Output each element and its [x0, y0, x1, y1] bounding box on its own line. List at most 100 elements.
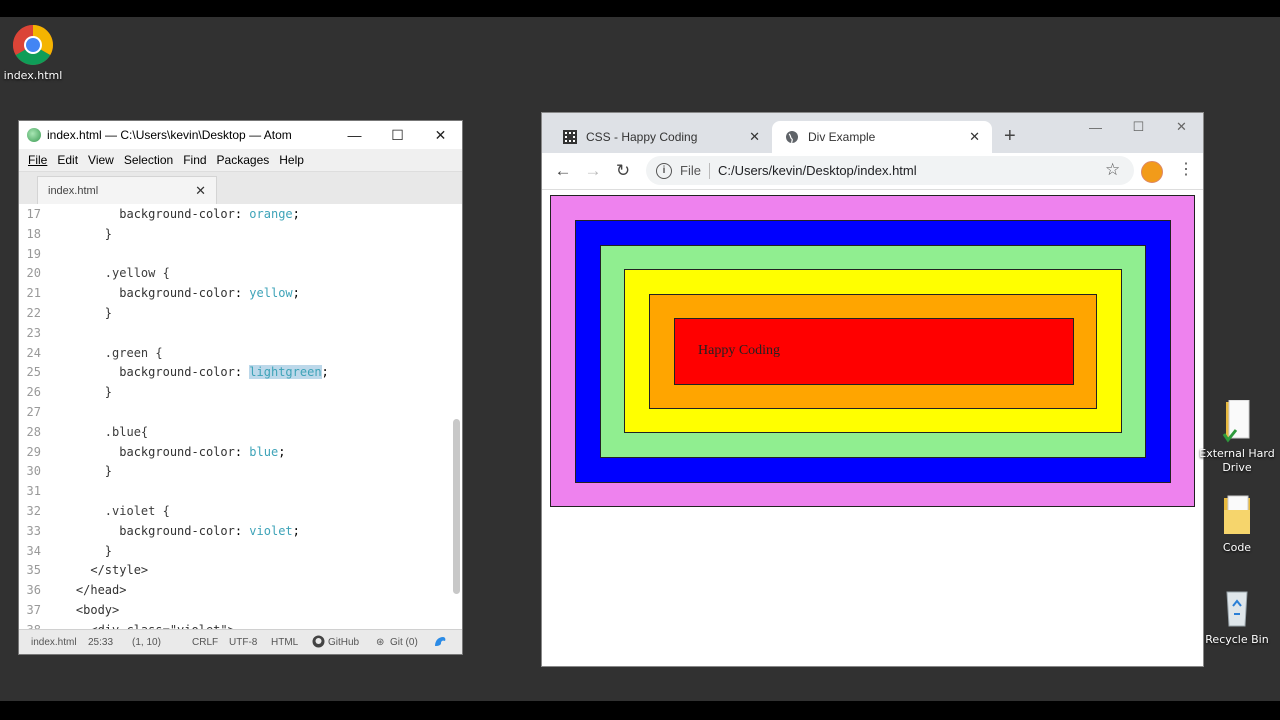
code-text: }	[47, 464, 113, 479]
box-red: Happy Coding	[674, 318, 1074, 385]
code-text: background-color: lightgreen;	[119, 365, 329, 380]
close-icon[interactable]: ✕	[419, 121, 462, 149]
desktop-icon-code[interactable]: Code	[1199, 494, 1275, 555]
address-separator	[708, 162, 710, 179]
code-line[interactable]: 26 }	[19, 383, 449, 403]
tab-css-happy-coding[interactable]: CSS - Happy Coding ✕	[550, 121, 772, 153]
chrome-window[interactable]: CSS - Happy Coding ✕ Div Example ✕ + — ☐…	[542, 113, 1203, 666]
code-line[interactable]: 22 }	[19, 304, 449, 324]
line-number: 35	[26, 563, 41, 578]
css-property: background-color	[119, 286, 235, 301]
maximize-icon[interactable]: ☐	[1117, 113, 1160, 141]
menu-selection[interactable]: Selection	[124, 153, 173, 167]
bookmark-star-icon[interactable]: ☆	[1105, 160, 1120, 180]
reload-icon[interactable]: ↻	[608, 156, 638, 186]
squirrel-icon[interactable]	[433, 634, 447, 651]
code-text: background-color: violet;	[119, 523, 300, 538]
folder-icon	[1222, 494, 1252, 538]
desktop-icon-recycle-bin[interactable]: Recycle Bin	[1199, 586, 1275, 647]
code-line[interactable]: 27	[19, 403, 449, 423]
tab-div-example[interactable]: Div Example ✕	[772, 121, 992, 153]
code-line[interactable]: 33 background-color: violet;	[19, 522, 449, 542]
code-text: </head>	[47, 583, 127, 598]
code-line[interactable]: 29 background-color: blue;	[19, 443, 449, 463]
minimize-icon[interactable]: —	[333, 121, 376, 149]
tab-close-icon[interactable]: ✕	[195, 183, 206, 199]
address-bar[interactable]: i File C:/Users/kevin/Desktop/index.html	[646, 156, 1134, 185]
code-editor[interactable]: 17 background-color: orange; 18 } 19 20 .ye…	[19, 204, 462, 630]
forward-icon[interactable]: →	[578, 156, 608, 186]
line-number: 17	[26, 207, 41, 221]
menu-find[interactable]: Find	[183, 153, 206, 167]
status-encoding[interactable]: UTF-8	[229, 637, 257, 648]
line-number: 18	[26, 226, 41, 241]
happy-coding-text: Happy Coding	[698, 343, 781, 358]
menu-view[interactable]: View	[88, 153, 114, 167]
code-line[interactable]: 36 </head>	[19, 581, 449, 601]
minimize-icon[interactable]: —	[1074, 113, 1117, 141]
code-line[interactable]: 35 </style>	[19, 561, 449, 581]
menu-file[interactable]: File	[28, 153, 47, 167]
menu-edit[interactable]: Edit	[57, 153, 78, 167]
line-number: 25	[26, 365, 41, 380]
css-value: lightgreen	[249, 365, 322, 380]
line-number: 32	[26, 504, 41, 518]
line-number: 37	[26, 603, 41, 617]
code-line[interactable]: 20 .yellow {	[19, 264, 449, 284]
code-line[interactable]: 25 background-color: lightgreen;	[19, 363, 449, 383]
code-line[interactable]: 23	[19, 324, 449, 344]
desktop-icon-label: index.html	[3, 69, 63, 82]
status-file[interactable]: index.html	[31, 637, 77, 648]
atom-window[interactable]: index.html — C:\Users\kevin\Desktop — At…	[19, 121, 462, 654]
tab-title: CSS - Happy Coding	[586, 130, 698, 144]
tab-close-icon[interactable]: ✕	[969, 129, 980, 145]
menu-packages[interactable]: Packages	[217, 153, 270, 167]
info-icon[interactable]: i	[656, 162, 672, 179]
css-value: blue	[249, 444, 279, 459]
code-line[interactable]: 34 }	[19, 542, 449, 562]
profile-avatar[interactable]	[1141, 161, 1163, 183]
address-scheme-label: File	[680, 163, 701, 178]
desktop-icon-external-hard-drive[interactable]: External Hard Drive	[1199, 399, 1275, 475]
line-number: 22	[26, 306, 41, 320]
code-text: }	[47, 306, 113, 320]
code-line[interactable]: 28 .blue{	[19, 423, 449, 443]
code-line[interactable]: 37 <body>	[19, 601, 449, 621]
tab-close-icon[interactable]: ✕	[749, 129, 760, 145]
status-git[interactable]: Git (0)	[390, 637, 418, 648]
status-cursor[interactable]: 25:33	[88, 637, 113, 648]
desktop-icon-index-html[interactable]: index.html	[0, 24, 71, 83]
code-text: <body>	[47, 603, 120, 617]
tab-index-html[interactable]: index.html ✕	[37, 176, 217, 205]
css-property: background-color	[119, 444, 235, 459]
atom-title-bar[interactable]: index.html — C:\Users\kevin\Desktop — At…	[19, 121, 462, 149]
close-icon[interactable]: ✕	[1160, 113, 1203, 141]
code-line[interactable]: 24 .green {	[19, 344, 449, 364]
chrome-tab-strip: CSS - Happy Coding ✕ Div Example ✕ + — ☐…	[542, 113, 1203, 153]
desktop-icon-label: Recycle Bin	[1205, 633, 1269, 646]
line-number: 36	[26, 583, 41, 598]
box-orange: Happy Coding	[649, 294, 1097, 409]
maximize-icon[interactable]: ☐	[376, 121, 419, 149]
code-line[interactable]: 21 background-color: yellow;	[19, 284, 449, 304]
menu-help[interactable]: Help	[279, 153, 304, 167]
code-line[interactable]: 17 background-color: orange;	[19, 205, 449, 225]
code-line[interactable]: 19	[19, 245, 449, 265]
address-url[interactable]: C:/Users/kevin/Desktop/index.html	[718, 163, 917, 178]
desktop: index.html index.html — C:\Users\kevin\D…	[0, 17, 1280, 701]
line-number: 30	[26, 464, 41, 479]
atom-tab-bar: index.html ✕	[19, 172, 462, 205]
back-icon[interactable]: ←	[548, 156, 578, 186]
status-line-ending[interactable]: CRLF	[192, 637, 218, 648]
code-line[interactable]: 32 .violet {	[19, 502, 449, 522]
status-github[interactable]: GitHub	[328, 637, 359, 648]
new-tab-icon[interactable]: +	[1004, 125, 1016, 148]
line-number: 26	[26, 385, 41, 400]
code-line[interactable]: 30 }	[19, 462, 449, 482]
code-line[interactable]: 31	[19, 482, 449, 502]
github-icon[interactable]	[312, 635, 325, 651]
code-line[interactable]: 18 }	[19, 225, 449, 245]
editor-scrollbar[interactable]	[453, 419, 460, 594]
menu-kebab-icon[interactable]: ⋮	[1178, 159, 1194, 179]
status-grammar[interactable]: HTML	[271, 637, 298, 648]
